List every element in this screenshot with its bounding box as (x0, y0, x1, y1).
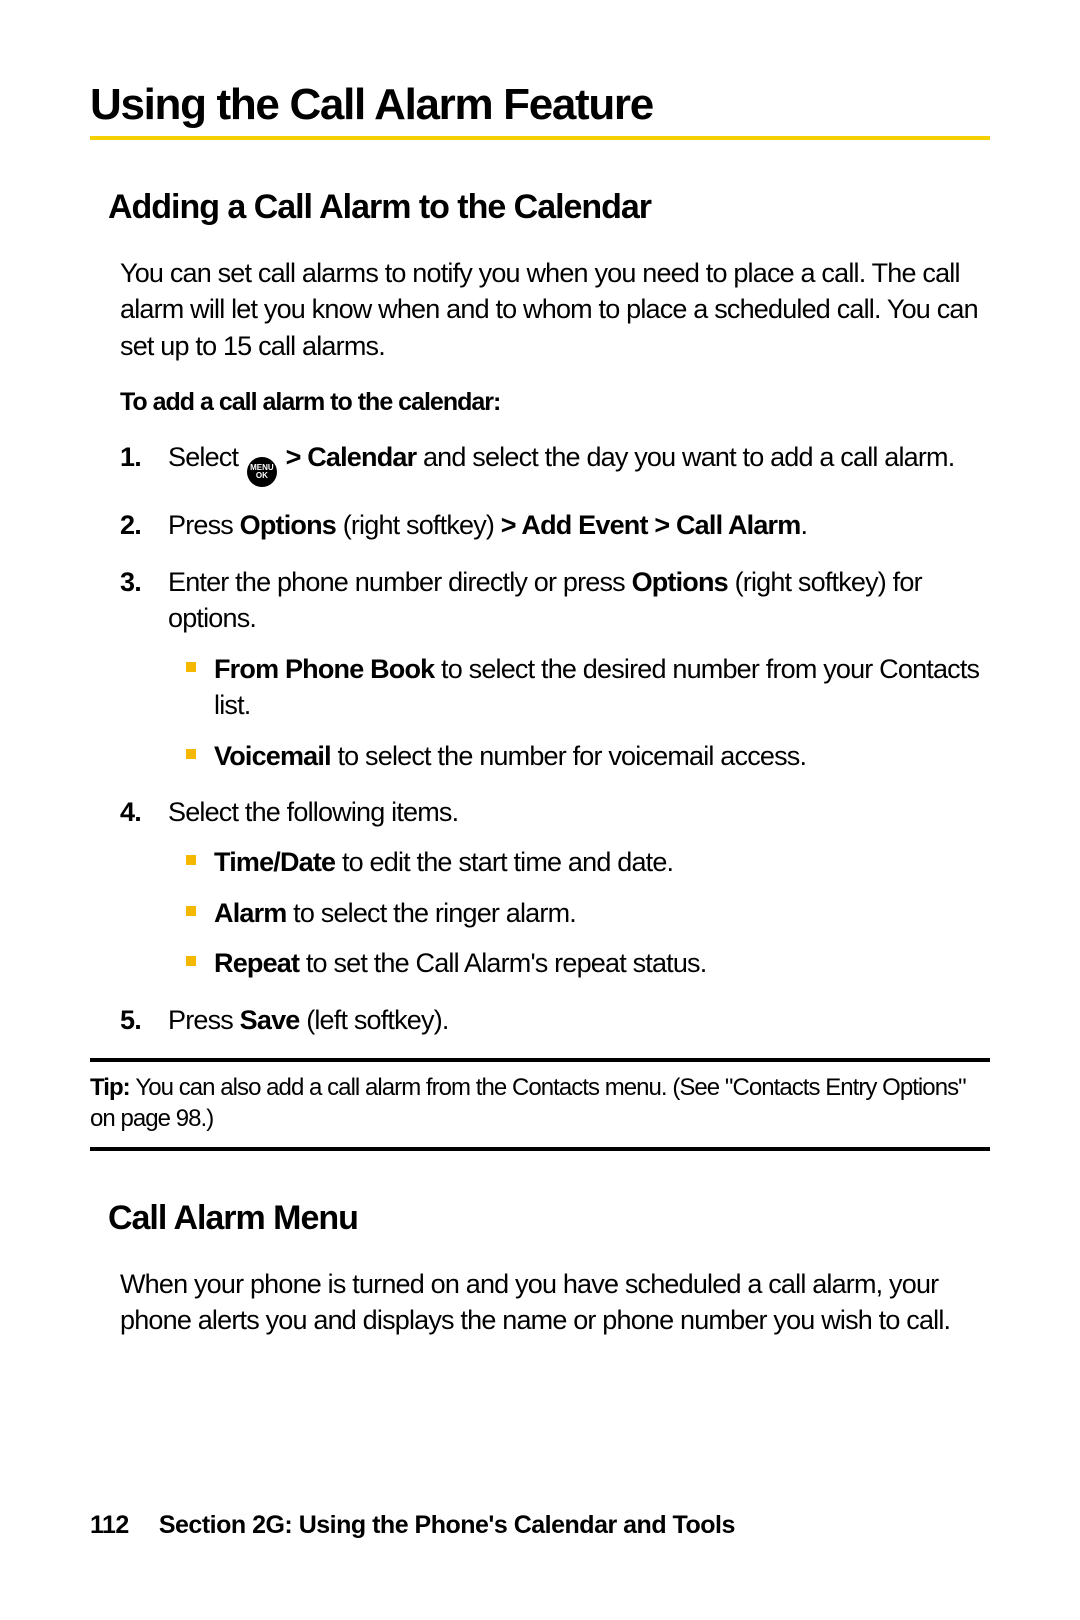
footer-section: Section 2G: Using the Phone's Calendar a… (159, 1511, 735, 1539)
sub-text: to select the number for voicemail acces… (331, 741, 806, 771)
step-text: and select the day you want to add a cal… (416, 442, 954, 472)
tip-text: You can also add a call alarm from the C… (90, 1074, 966, 1132)
step-bold: Options (240, 510, 336, 540)
sub-item: Repeat to set the Call Alarm's repeat st… (186, 945, 990, 981)
procedure-steps: 1. Select MENUOK > Calendar and select t… (120, 439, 990, 1038)
step-text: (right softkey) (336, 510, 501, 540)
sub-bold: Voicemail (214, 741, 331, 771)
sub-text: to set the Call Alarm's repeat status. (299, 948, 706, 978)
sub-list: Time/Date to edit the start time and dat… (186, 844, 990, 981)
step-text: (left softkey). (300, 1005, 449, 1035)
sub-bold: Time/Date (214, 847, 335, 877)
procedure-lead-in: To add a call alarm to the calendar: (120, 388, 990, 417)
step-bold: Options (632, 567, 728, 597)
step-number: 1. (120, 439, 141, 475)
sub-bold: Alarm (214, 898, 286, 928)
manual-page: Using the Call Alarm Feature Adding a Ca… (0, 0, 1080, 1620)
section-heading-adding: Adding a Call Alarm to the Calendar (108, 188, 990, 227)
step-text: Select (168, 442, 245, 472)
sub-item: Voicemail to select the number for voice… (186, 738, 990, 774)
menu-ok-icon: MENUOK (247, 457, 277, 487)
step-text: Enter the phone number directly or press (168, 567, 632, 597)
tip-label: Tip: (90, 1074, 135, 1101)
step-3: 3. Enter the phone number directly or pr… (120, 564, 990, 774)
step-text: . (800, 510, 807, 540)
sub-item: Time/Date to edit the start time and dat… (186, 844, 990, 880)
step-number: 4. (120, 794, 141, 830)
sub-list: From Phone Book to select the desired nu… (186, 651, 990, 774)
step-4: 4. Select the following items. Time/Date… (120, 794, 990, 982)
section2-body: When your phone is turned on and you hav… (120, 1266, 990, 1339)
step-text: Press (168, 510, 240, 540)
step-bold: Save (240, 1005, 300, 1035)
intro-paragraph: You can set call alarms to notify you wh… (120, 255, 990, 364)
page-title: Using the Call Alarm Feature (90, 80, 990, 140)
page-number: 112 (90, 1511, 129, 1539)
sub-bold: From Phone Book (214, 654, 434, 684)
sub-text: to select the ringer alarm. (286, 898, 575, 928)
sub-item: From Phone Book to select the desired nu… (186, 651, 990, 724)
sub-text: to edit the start time and date. (335, 847, 673, 877)
step-bold: > Add Event > Call Alarm (501, 510, 801, 540)
step-text: Press (168, 1005, 240, 1035)
sub-item: Alarm to select the ringer alarm. (186, 895, 990, 931)
page-footer: 112 Section 2G: Using the Phone's Calenda… (90, 1511, 735, 1540)
sub-bold: Repeat (214, 948, 299, 978)
tip-box: Tip: You can also add a call alarm from … (90, 1058, 990, 1150)
section-heading-menu: Call Alarm Menu (108, 1199, 990, 1238)
step-text: Select the following items. (168, 797, 458, 827)
step-1: 1. Select MENUOK > Calendar and select t… (120, 439, 990, 487)
step-bold: > Calendar (279, 442, 416, 472)
step-2: 2. Press Options (right softkey) > Add E… (120, 507, 990, 543)
step-5: 5. Press Save (left softkey). (120, 1002, 990, 1038)
step-number: 2. (120, 507, 141, 543)
step-number: 3. (120, 564, 141, 600)
step-number: 5. (120, 1002, 141, 1038)
